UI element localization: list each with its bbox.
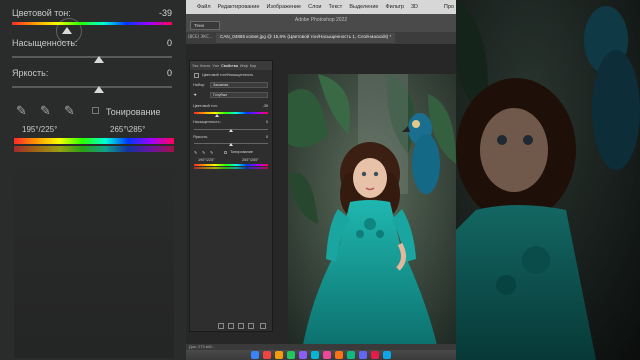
props-eyedropper-minus-icon[interactable]: ✎ [210, 150, 213, 155]
props-eyedropper-plus-icon[interactable]: ✎ [202, 150, 205, 155]
dock-app-icon[interactable] [275, 351, 283, 359]
reset-icon[interactable] [238, 323, 244, 329]
tab-swatches[interactable]: Эск [192, 64, 198, 68]
colorize-label: Тонирование [106, 107, 161, 117]
saturation-label: Насыщенность: [12, 38, 78, 48]
props-eyedropper-icon[interactable]: ✎ [194, 150, 197, 155]
eyedropper-plus-icon[interactable]: ✎ [40, 104, 51, 119]
hue-value[interactable]: -39 [159, 8, 172, 18]
saturation-value[interactable]: 0 [167, 38, 172, 48]
menu-layers[interactable]: Слои [308, 4, 321, 10]
menu-edit[interactable]: Редактирование [218, 4, 260, 10]
channel-select[interactable]: Голубые [210, 92, 268, 98]
panel-empty-area [14, 158, 174, 358]
menu-bar: Файл Редактирование Изображение Слои Тек… [186, 0, 456, 14]
props-lightness-value[interactable]: 0 [266, 135, 268, 139]
zoomed-photo-preview [456, 0, 640, 360]
hand-target-icon[interactable]: ☚ [193, 92, 197, 97]
dock-app-icon[interactable] [383, 351, 391, 359]
lightness-value[interactable]: 0 [167, 68, 172, 78]
dock-app-icon[interactable] [311, 351, 319, 359]
eyedropper-minus-icon[interactable]: ✎ [64, 104, 75, 119]
props-saturation-knob[interactable] [229, 129, 233, 132]
photo-image [288, 74, 456, 350]
menu-type[interactable]: Текст [328, 4, 342, 10]
options-bar: Тени [186, 14, 456, 32]
properties-tabs: Эск Кисти Уал Свойства Инф Кор [190, 61, 272, 70]
hue-range-bar-top[interactable] [14, 138, 174, 144]
props-hue-knob[interactable] [215, 114, 219, 117]
menu-select[interactable]: Выделение [349, 4, 378, 10]
props-range-right: 265°\285° [242, 158, 259, 162]
range-right-value: 265°\285° [110, 125, 146, 134]
eyedropper-icon[interactable]: ✎ [16, 104, 27, 119]
props-hue-label: Цветовой тон: [193, 104, 218, 108]
props-range-left: 195°/225° [198, 158, 215, 162]
props-lightness-label: Яркость: [193, 135, 209, 139]
tab-corr[interactable]: Кор [250, 64, 256, 68]
props-saturation-label: Насыщенность: [193, 120, 221, 124]
hue-slider-knob[interactable] [62, 27, 72, 34]
dock-app-icon[interactable] [323, 351, 331, 359]
menu-more[interactable]: Про [444, 4, 456, 10]
tab-properties[interactable]: Свойства [221, 64, 238, 68]
properties-panel: Эск Кисти Уал Свойства Инф Кор Цветовой … [189, 60, 273, 332]
zoomed-properties-panel: Цветовой тон: -39 Насыщенность: 0 Яркост… [0, 0, 186, 360]
preset-select[interactable]: Заказная [210, 82, 268, 88]
tab-brushes[interactable]: Кисти [200, 64, 210, 68]
layer-mode-label: (ВСЕ) ЭКС... [188, 34, 213, 39]
view-previous-icon[interactable] [228, 323, 234, 329]
dock-app-icon[interactable] [359, 351, 367, 359]
document-tab[interactable]: CAN_04865 копия.jpg @ 15,6% (Цветовой то… [216, 33, 396, 43]
properties-layer-name: Цветовой тон/Насыщенность [202, 73, 254, 77]
props-range-bar-top[interactable] [194, 164, 268, 166]
dock-app-icon[interactable] [287, 351, 295, 359]
lightness-slider-track[interactable] [12, 86, 172, 88]
menu-image[interactable]: Изображение [266, 4, 301, 10]
trash-icon[interactable] [260, 323, 266, 329]
props-hue-value[interactable]: -39 [263, 104, 268, 108]
dock-app-icon[interactable] [263, 351, 271, 359]
props-hue-track[interactable] [194, 112, 268, 114]
screen: Цветовой тон: -39 Насыщенность: 0 Яркост… [0, 0, 640, 360]
saturation-slider-knob[interactable] [94, 56, 104, 63]
document-tab-row: (ВСЕ) ЭКС... CAN_04865 копия.jpg @ 15,6%… [186, 32, 456, 44]
tab-info[interactable]: Инф [240, 64, 248, 68]
props-saturation-value[interactable]: 0 [266, 120, 268, 124]
clip-to-layer-icon[interactable] [218, 323, 224, 329]
props-colorize-label: Тонирование [230, 150, 253, 154]
dock-app-icon[interactable] [335, 351, 343, 359]
hue-range-bar-bottom [14, 146, 174, 152]
props-lightness-knob[interactable] [229, 143, 233, 146]
hue-label: Цветовой тон: [12, 8, 71, 18]
canvas-area: Эск Кисти Уал Свойства Инф Кор Цветовой … [186, 44, 456, 350]
photoshop-window: Файл Редактирование Изображение Слои Тек… [186, 0, 456, 360]
lightness-label: Яркость: [12, 68, 49, 78]
props-range-bar-bottom [194, 167, 268, 169]
dock-app-icon[interactable] [299, 351, 307, 359]
macos-dock [186, 350, 456, 360]
menu-3d[interactable]: 3D [411, 4, 418, 10]
adjustment-layer-icon [194, 73, 199, 78]
range-left-value: 195°/225° [22, 125, 58, 134]
menu-file[interactable]: Файл [197, 4, 211, 10]
saturation-slider-track[interactable] [12, 56, 172, 58]
dock-app-icon[interactable] [251, 351, 259, 359]
lightness-slider-knob[interactable] [94, 86, 104, 93]
dock-app-icon[interactable] [347, 351, 355, 359]
props-colorize-checkbox[interactable] [224, 151, 227, 154]
preset-label: Набор: [193, 83, 206, 87]
photo-girl-with-parrot[interactable] [288, 74, 456, 350]
tool-preset-select[interactable]: Тени [190, 20, 220, 30]
visibility-icon[interactable] [248, 323, 254, 329]
colorize-checkbox[interactable] [92, 107, 99, 114]
dock-app-icon[interactable] [371, 351, 379, 359]
menu-filter[interactable]: Фильтр [385, 4, 403, 10]
zoomed-photo-image [456, 0, 640, 360]
hue-slider-track[interactable] [12, 22, 172, 25]
tab-adjust[interactable]: Уал [212, 64, 219, 68]
